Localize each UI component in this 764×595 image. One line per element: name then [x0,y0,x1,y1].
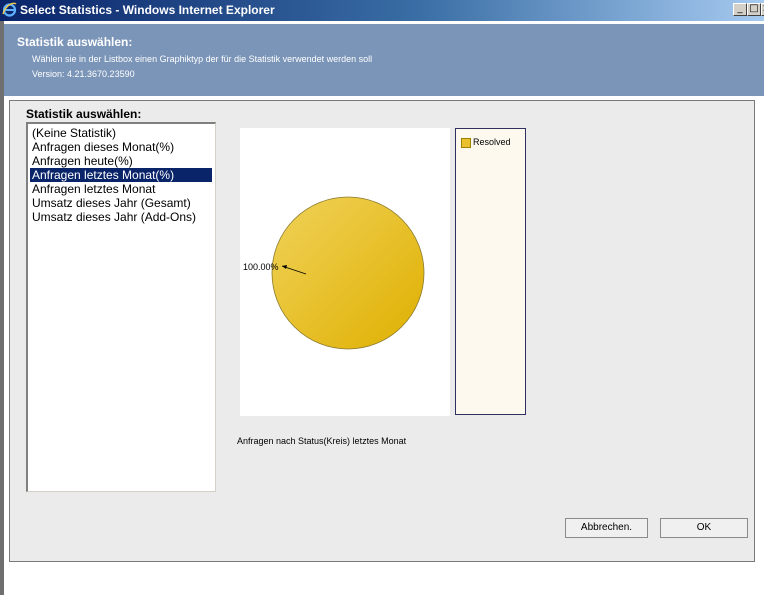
chart-caption: Anfragen nach Status(Kreis) letztes Mona… [237,436,407,446]
chart-legend: Resolved [455,128,526,415]
ok-button[interactable]: OK [660,518,748,538]
pie-chart: 100.00% [243,196,425,350]
window-left-border [0,21,4,595]
window-title: Select Statistics - Windows Internet Exp… [20,3,275,17]
legend-swatch [461,138,471,148]
list-item-selected[interactable]: Anfragen letztes Monat(%) [30,168,212,182]
minimize-button[interactable]: _ [733,3,747,16]
list-item[interactable]: Anfragen dieses Monat(%) [30,140,174,154]
list-item[interactable]: Anfragen heute(%) [30,154,133,168]
list-item[interactable]: Umsatz dieses Jahr (Add-Ons) [30,210,196,224]
ie-icon [2,2,17,17]
dialog-header: Statistik auswählen: Wählen sie in der L… [4,24,764,96]
cancel-button[interactable]: Abbrechen. [565,518,648,538]
version-label: Version: 4.21.3670.23590 [32,69,135,79]
maximize-button[interactable]: □ [747,3,761,16]
list-item[interactable]: (Keine Statistik) [30,126,116,140]
header-subtitle: Wählen sie in der Listbox einen Graphikt… [32,54,373,64]
status-area [4,563,764,595]
list-item[interactable]: Umsatz dieses Jahr (Gesamt) [30,196,191,210]
slice-data-label: 100.00% [243,262,279,272]
list-item[interactable]: Anfragen letztes Monat [30,182,155,196]
section-label: Statistik auswählen: [26,107,142,121]
header-title: Statistik auswählen: [17,35,133,49]
statistics-listbox[interactable]: (Keine Statistik) Anfragen dieses Monat(… [26,122,216,492]
legend-label: Resolved [473,137,511,147]
window-title-bar[interactable]: Select Statistics - Windows Internet Exp… [0,0,764,21]
pie-slice-resolved [271,196,425,350]
